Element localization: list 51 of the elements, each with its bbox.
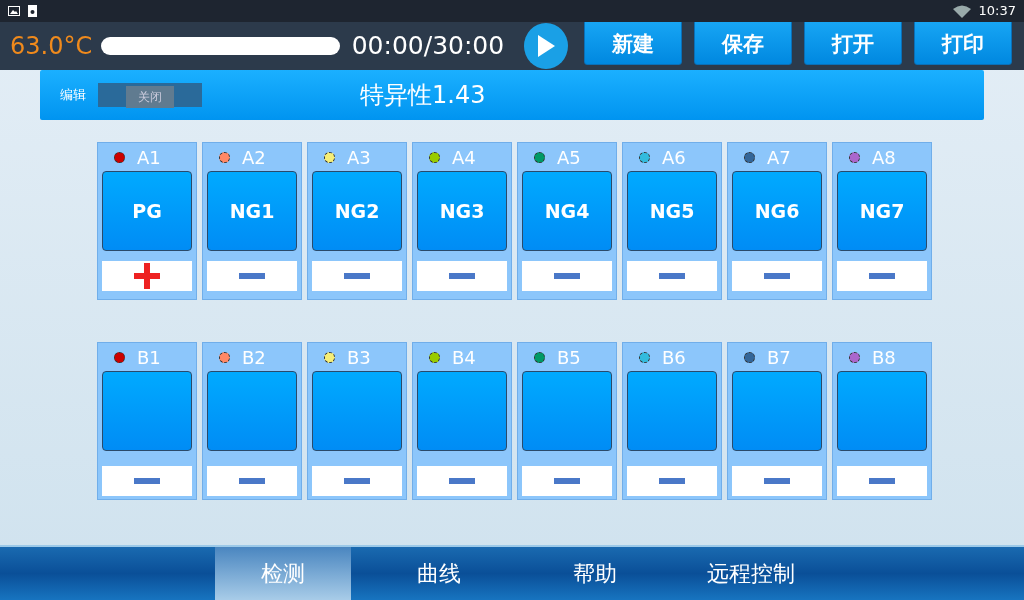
toolbar-button[interactable]: 新建 (584, 22, 682, 65)
well-button[interactable] (732, 371, 822, 451)
well-button[interactable]: NG7 (837, 171, 927, 251)
well-button[interactable] (627, 371, 717, 451)
well-button[interactable] (417, 371, 507, 451)
edit-switch[interactable]: 关闭 (98, 83, 202, 107)
well-id: B1 (137, 345, 161, 370)
well-button[interactable]: NG3 (417, 171, 507, 251)
play-button[interactable] (524, 23, 568, 69)
nav-tab[interactable]: 曲线 (371, 547, 507, 600)
nav-tab[interactable]: 远程控制 (683, 547, 819, 600)
toolbar-button[interactable]: 打开 (804, 22, 902, 65)
well-button[interactable] (207, 371, 297, 451)
well-button[interactable]: NG4 (522, 171, 612, 251)
toolbar-button[interactable]: 保存 (694, 22, 792, 65)
well-id: A2 (242, 145, 266, 170)
nav-tab[interactable]: 检测 (215, 547, 351, 600)
well-button[interactable] (522, 371, 612, 451)
image-icon (8, 6, 20, 16)
well-button[interactable] (102, 371, 192, 451)
well-button[interactable]: NG5 (627, 171, 717, 251)
temperature-reading: 63.0°C (10, 31, 94, 62)
well-id: B3 (347, 345, 371, 370)
play-icon (536, 34, 557, 58)
nav-tab[interactable]: 帮助 (527, 547, 663, 600)
well-id: A5 (557, 145, 581, 170)
well-id: A8 (872, 145, 896, 170)
well-button[interactable]: NG1 (207, 171, 297, 251)
well-id: B5 (557, 345, 581, 370)
well-button[interactable]: NG6 (732, 171, 822, 251)
well-id: B4 (452, 345, 476, 370)
toolbar-button[interactable]: 打印 (914, 22, 1012, 65)
well-id: B8 (872, 345, 896, 370)
well-button[interactable] (312, 371, 402, 451)
sd-card-icon (28, 5, 37, 17)
well-id: B6 (662, 345, 686, 370)
edit-label: 编辑 (60, 86, 86, 105)
well-id: A7 (767, 145, 791, 170)
well-id: B2 (242, 345, 266, 370)
well-id: A1 (137, 145, 161, 170)
wifi-icon (952, 4, 971, 18)
well-id: A3 (347, 145, 371, 170)
well-id: B7 (767, 345, 791, 370)
timer-text: 00:00/30:00 (351, 30, 505, 63)
experiment-title: 特异性1.43 (360, 80, 486, 111)
well-id: A6 (662, 145, 686, 170)
well-button[interactable]: NG2 (312, 171, 402, 251)
well-button[interactable] (837, 371, 927, 451)
well-id: A4 (452, 145, 476, 170)
clock-time: 10:37 (978, 2, 1016, 21)
well-button[interactable]: PG (102, 171, 192, 251)
